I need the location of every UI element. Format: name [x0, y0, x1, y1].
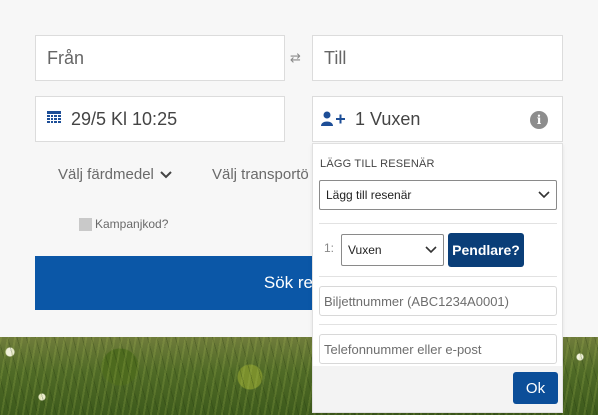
ok-button[interactable]: Ok	[513, 372, 558, 404]
passenger-row-index: 1:	[324, 241, 335, 255]
search-label: Sök re	[263, 273, 312, 292]
mode-dropdown[interactable]: Välj färdmedel	[58, 166, 172, 183]
divider	[319, 324, 557, 325]
calendar-icon	[47, 111, 61, 127]
contact-input[interactable]	[319, 334, 557, 364]
info-icon[interactable]: i	[530, 111, 548, 129]
commuter-button[interactable]: Pendlare?	[448, 233, 524, 267]
add-passenger-value: Lägg till resenär	[326, 188, 412, 202]
campaign-checkbox[interactable]	[79, 217, 92, 231]
date-value: 29/5 Kl 10:25	[71, 108, 178, 129]
campaign-toggle[interactable]: Kampanjkod?	[79, 217, 168, 231]
divider	[319, 223, 557, 224]
passengers-field[interactable]: 1 Vuxen i	[312, 96, 563, 142]
passenger-popup: LÄGG TILL RESENÄR Lägg till resenär 1: V…	[312, 143, 563, 413]
transport-label: Välj transportö	[212, 166, 309, 183]
search-button[interactable]: Sök re	[35, 256, 312, 310]
passenger-type-value: Vuxen	[348, 243, 382, 257]
ticket-number-input[interactable]	[319, 286, 557, 316]
to-placeholder: Till	[324, 47, 347, 68]
transport-dropdown[interactable]: Välj transportö	[212, 166, 312, 183]
from-field[interactable]: Från	[35, 35, 285, 81]
chevron-down-icon	[160, 168, 172, 182]
mode-label: Välj färdmedel	[58, 166, 154, 183]
add-person-icon	[321, 111, 347, 127]
swap-icon[interactable]: ⇄	[290, 50, 301, 66]
divider	[319, 276, 557, 277]
passenger-type-select[interactable]: Vuxen	[341, 234, 444, 266]
passengers-value: 1 Vuxen	[355, 108, 421, 129]
date-time-field[interactable]: 29/5 Kl 10:25	[35, 96, 285, 142]
add-passenger-select[interactable]: Lägg till resenär	[319, 180, 557, 210]
to-field[interactable]: Till	[312, 35, 563, 81]
chevron-down-icon	[425, 243, 437, 257]
popup-footer: Ok	[313, 366, 562, 412]
campaign-label: Kampanjkod?	[95, 217, 169, 231]
popup-title: LÄGG TILL RESENÄR	[320, 158, 435, 170]
chevron-down-icon	[538, 188, 550, 202]
from-placeholder: Från	[47, 47, 85, 68]
